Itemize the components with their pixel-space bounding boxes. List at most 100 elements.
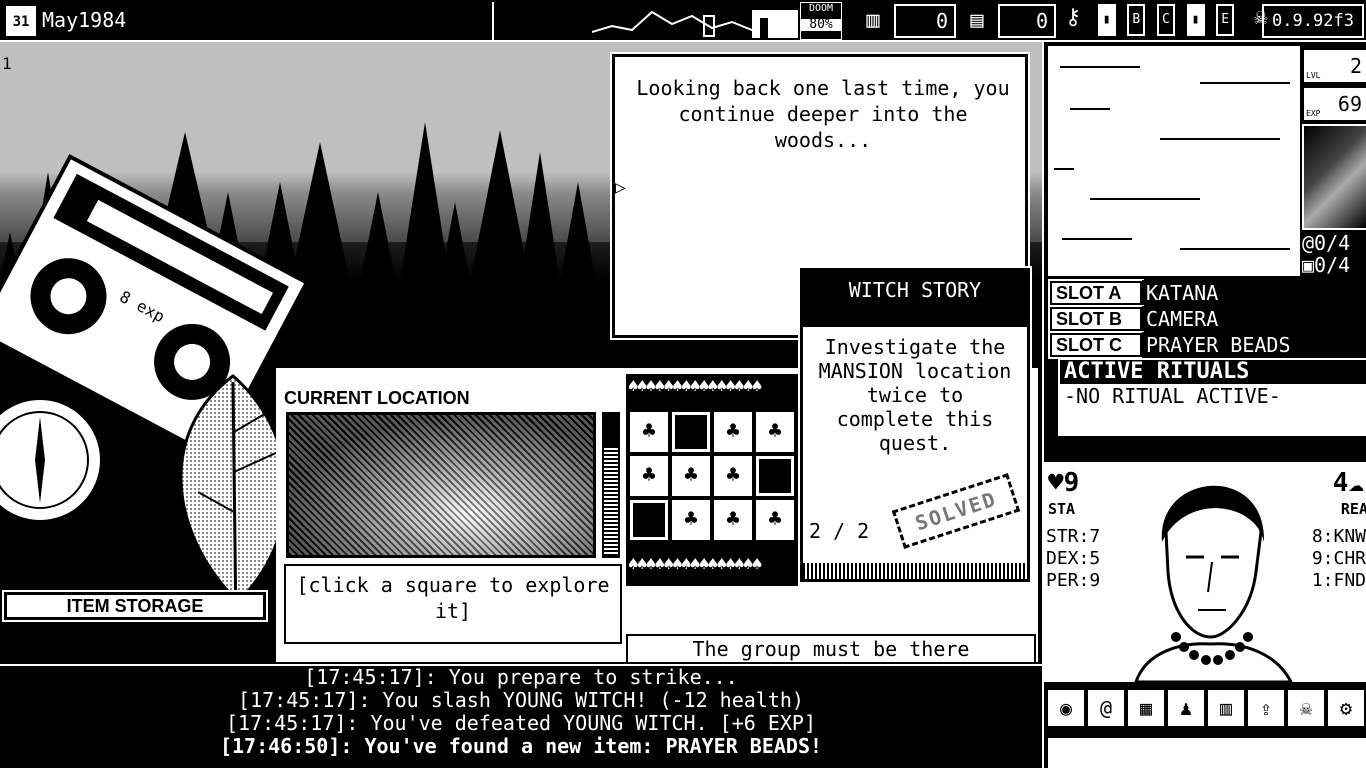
slot-c-row[interactable]: SLOT C PRAYER BEADS xyxy=(1048,330,1366,359)
old-god-icon[interactable]: ☠ xyxy=(1288,690,1324,726)
map-street xyxy=(1062,238,1132,240)
calendar-icon: 31 xyxy=(6,6,36,36)
key-slot-c: C xyxy=(1156,4,1175,36)
grid-cell-explored[interactable] xyxy=(630,500,668,540)
doom-meter: DOOM 80% xyxy=(800,2,842,40)
grid-cell-forest[interactable]: ♣ xyxy=(630,456,668,496)
item-storage-button[interactable]: ITEM STORAGE xyxy=(2,590,268,622)
level-value: 2 xyxy=(1349,54,1362,78)
location-thumbnail xyxy=(1302,124,1366,230)
quest-title: WITCH STORY xyxy=(803,271,1027,327)
grid-cell-explored[interactable] xyxy=(756,456,794,496)
exit-icon[interactable]: ⇪ xyxy=(1248,690,1284,726)
grid-cell-forest[interactable]: ♣ xyxy=(756,412,794,452)
building-icon[interactable]: ▥ xyxy=(1208,690,1244,726)
slot-c-value: PRAYER BEADS xyxy=(1142,331,1291,358)
grid-cell-forest[interactable]: ♣ xyxy=(672,500,710,540)
scene-marker: 1 xyxy=(2,54,12,73)
party-icon[interactable]: ♟ xyxy=(1168,690,1204,726)
action-bar: ◉ @ ▦ ♟ ▥ ⇪ ☠ ⚙ xyxy=(1048,690,1366,726)
exploration-grid-panel: ♠♠♠♠♠♠♠♠♠♠♠♠♠♠♠ ♣ ♣ ♣ ♣ ♣ ♣ ♣ ♣ ♣ ♠♠♠♠♠♠♠♠♠♠♠♠♠♠… xyxy=(626,374,798,586)
slot-b-label: SLOT B xyxy=(1048,304,1144,333)
location-message: The group must be there somewhere... xyxy=(626,634,1036,664)
stat-dex: DEX:5 xyxy=(1046,548,1101,569)
character-sidebar: LVL 2 EXP 69 @0/4 ▣0/4 SLOT A KATANA SLOT… xyxy=(1042,42,1366,768)
ammo-icon: ▤ xyxy=(970,8,984,33)
log-line: [17:45:17]: You prepare to strike... xyxy=(304,665,738,689)
exploration-grid: ♣ ♣ ♣ ♣ ♣ ♣ ♣ ♣ ♣ xyxy=(630,412,794,550)
stat-fnd: 1:FND xyxy=(1311,570,1366,591)
stamina-value: ♥9 xyxy=(1048,468,1080,498)
doom-label: DOOM xyxy=(808,3,834,14)
slot-a-row[interactable]: SLOT A KATANA xyxy=(1048,278,1366,307)
settings-gear-icon[interactable]: ⚙ xyxy=(1328,690,1364,726)
map-street xyxy=(1160,138,1280,140)
spiral-icon[interactable]: @ xyxy=(1088,690,1124,726)
current-location-heading: CURRENT LOCATION xyxy=(284,388,470,408)
event-log: [17:45:17]: You prepare to strike... [17… xyxy=(0,664,1042,768)
reason-value: 4☁ xyxy=(1332,468,1364,498)
story-text: Looking back one last time, you continue… xyxy=(636,76,1010,152)
location-image xyxy=(286,412,596,558)
level-label: LVL xyxy=(1306,71,1321,80)
town-map[interactable] xyxy=(1048,46,1300,276)
exploration-scene: 1 8 exp Looking back one last time, you … xyxy=(0,42,1042,664)
location-scrollbar[interactable] xyxy=(602,412,620,558)
equipment-slots: SLOT A KATANA SLOT B CAMERA SLOT C PRAYER B… xyxy=(1048,278,1366,359)
pig-icon[interactable]: ◉ xyxy=(1048,690,1084,726)
grid-cell-forest[interactable]: ♣ xyxy=(756,500,794,540)
grid-cell-forest[interactable]: ♣ xyxy=(714,456,752,496)
key-slot-a: ▮ xyxy=(1097,4,1116,36)
bag-icon: ▣ xyxy=(1302,253,1315,277)
grid-cell-explored[interactable] xyxy=(672,412,710,452)
slot-a-value: KATANA xyxy=(1142,279,1219,306)
funds-icon: ▥ xyxy=(866,8,880,33)
stat-str: STR:7 xyxy=(1046,526,1101,547)
quest-card-footer xyxy=(803,563,1027,579)
top-bar: 31 May1984 DOOM 80% ▥ 0 ▤ 0 ⚷ ▮ B C ▮ E … xyxy=(0,0,1366,42)
version-label: 0.9.92f3 xyxy=(1262,4,1364,38)
active-rituals-value: -NO RITUAL ACTIVE- xyxy=(1064,384,1281,408)
quest-progress: 2 / 2 xyxy=(809,519,870,543)
active-rituals-title: ACTIVE RITUALS xyxy=(1060,360,1366,384)
continue-arrow-icon[interactable]: ▷ xyxy=(615,177,626,198)
stat-knw: 8:KNW xyxy=(1311,526,1366,547)
compass-icon xyxy=(0,400,100,520)
slot-b-row[interactable]: SLOT B CAMERA xyxy=(1048,304,1366,333)
bottom-strip xyxy=(1048,738,1366,768)
map-street xyxy=(1180,248,1290,250)
grid-cell-forest[interactable]: ♣ xyxy=(714,412,752,452)
key-row: ⚷ ▮ B C ▮ E ☠ xyxy=(1060,4,1278,38)
spell-count: 0/4 xyxy=(1314,231,1351,255)
slot-c-label: SLOT C xyxy=(1048,330,1144,359)
log-line-latest: [17:46:50]: You've found a new item: PRA… xyxy=(219,734,823,758)
date-display: May1984 xyxy=(42,8,127,32)
stat-per: PER:9 xyxy=(1046,570,1101,591)
stamina-label: STA xyxy=(1048,500,1076,518)
map-street xyxy=(1200,82,1290,84)
item-count: 0/4 xyxy=(1314,253,1351,277)
scrollbar-thumb[interactable] xyxy=(604,414,618,448)
key-slot-e: E xyxy=(1216,4,1235,36)
exp-value: 69 xyxy=(1337,92,1362,116)
key-slot-b: B xyxy=(1127,4,1146,36)
log-line: [17:45:17]: You've defeated YOUNG WITCH.… xyxy=(225,711,816,735)
grid-tree-border-top: ♠♠♠♠♠♠♠♠♠♠♠♠♠♠♠ xyxy=(628,376,763,397)
stats-icon[interactable]: ▦ xyxy=(1128,690,1164,726)
divider xyxy=(492,2,494,40)
quest-description: Investigate the MANSION location twice t… xyxy=(818,335,1012,455)
quest-card[interactable]: WITCH STORY Investigate the MANSION loca… xyxy=(798,266,1032,584)
grid-cell-forest[interactable]: ♣ xyxy=(714,500,752,540)
map-street xyxy=(1054,168,1074,170)
doom-track-landscape xyxy=(592,2,798,40)
compass-needle xyxy=(35,417,45,503)
grid-cell-forest[interactable]: ♣ xyxy=(672,456,710,496)
explore-hint: [click a square to explore it] xyxy=(284,564,622,644)
key-icon: ⚷ xyxy=(1064,5,1082,30)
grid-cell-forest[interactable]: ♣ xyxy=(630,412,668,452)
exp-display: EXP 69 xyxy=(1302,86,1366,122)
reason-label: REA xyxy=(1340,500,1366,518)
map-street xyxy=(1070,108,1110,110)
item-counter: ▣0/4 xyxy=(1302,254,1350,276)
character-panel: ♥9 STA 4☁ REA STR:7 DEX:5 PER:9 8:KNW 9:… xyxy=(1044,462,1366,682)
